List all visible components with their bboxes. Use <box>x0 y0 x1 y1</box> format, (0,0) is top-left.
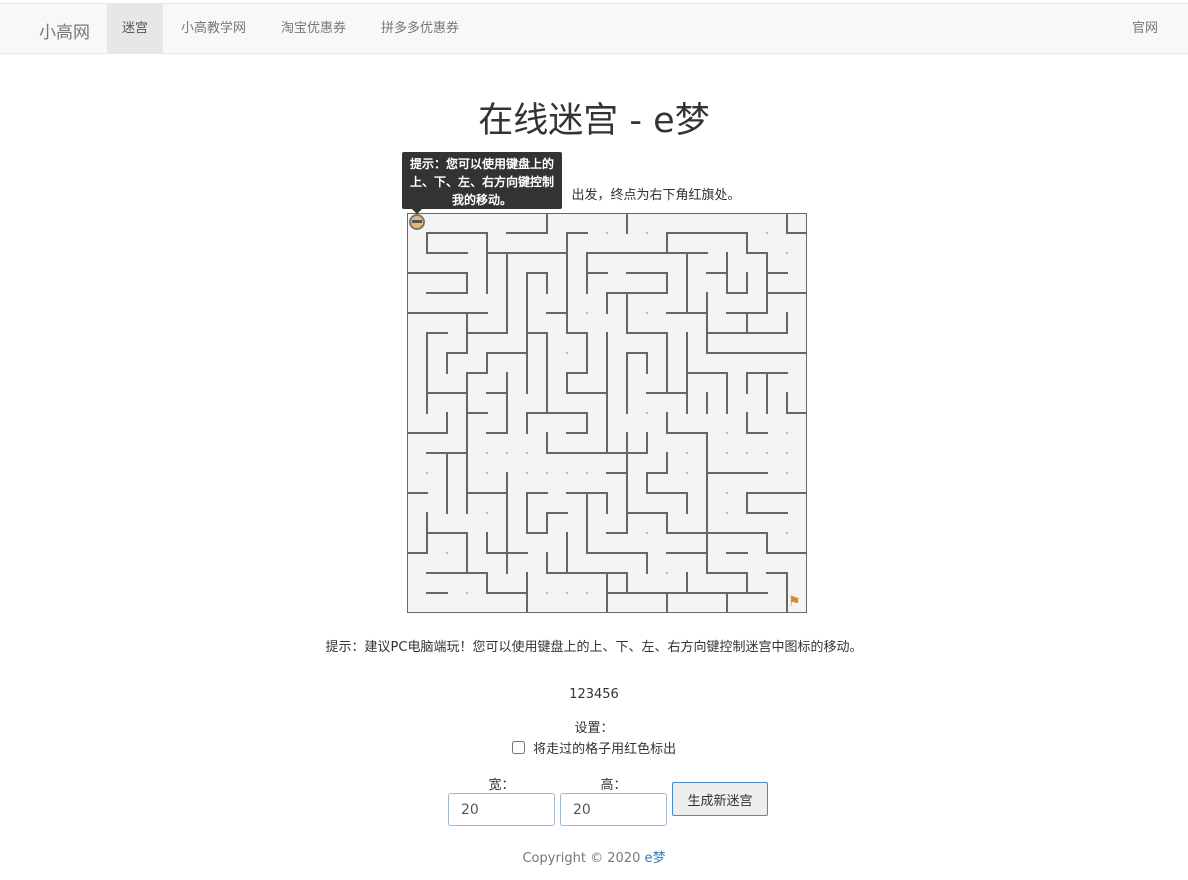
footer-author-link[interactable]: e梦 <box>645 851 666 866</box>
top-navbar: 小高网 迷宫 小高教学网 淘宝优惠券 拼多多优惠券 官网 <box>0 3 1188 54</box>
code-display: 123456 <box>569 687 619 702</box>
grid-dot <box>566 592 568 594</box>
mark-visited-option: 将走过的格子用红色标出 <box>0 738 1188 757</box>
grid-dot <box>726 492 728 494</box>
nav-item-taobao-coupons[interactable]: 淘宝优惠券 <box>266 4 361 54</box>
grid-dot <box>526 452 528 454</box>
grid-dot <box>686 452 688 454</box>
official-site-link[interactable]: 官网 <box>1132 4 1158 54</box>
grid-dot <box>486 512 488 514</box>
maze-instruction: 出发，终点为右下角红旗处。 <box>0 184 1188 203</box>
brand-logo[interactable]: 小高网 <box>39 18 90 43</box>
player-avatar-icon <box>409 214 425 230</box>
grid-dot <box>566 352 568 354</box>
grid-dot <box>646 232 648 234</box>
width-input[interactable] <box>448 793 555 826</box>
grid-dot <box>786 452 788 454</box>
grid-dot <box>506 452 508 454</box>
grid-dot <box>466 592 468 594</box>
grid-dot <box>786 532 788 534</box>
height-label: 高： <box>600 778 627 793</box>
nav-item-maze[interactable]: 迷宫 <box>107 4 164 54</box>
grid-dot <box>586 592 588 594</box>
grid-dot <box>686 472 688 474</box>
grid-dot <box>766 452 768 454</box>
grid-dot <box>546 592 548 594</box>
grid-dot <box>786 432 788 434</box>
grid-dot <box>726 432 728 434</box>
maze-board[interactable] <box>407 213 807 613</box>
grid-dot <box>426 472 428 474</box>
grid-dot <box>746 452 748 454</box>
grid-dot <box>666 572 668 574</box>
maze-walls <box>407 213 807 613</box>
grid-dot <box>566 472 568 474</box>
grid-dot <box>586 472 588 474</box>
mark-visited-label: 将走过的格子用红色标出 <box>533 742 677 757</box>
generate-maze-button[interactable]: 生成新迷宫 <box>672 782 768 816</box>
grid-dot <box>786 472 788 474</box>
nav-item-pinduoduo-coupons[interactable]: 拼多多优惠券 <box>366 4 474 54</box>
grid-dot <box>766 232 768 234</box>
grid-dot <box>646 412 648 414</box>
grid-dot <box>486 452 488 454</box>
nav-item-xiaogao-teaching[interactable]: 小高教学网 <box>166 4 261 54</box>
grid-dot <box>486 472 488 474</box>
grid-dot <box>526 472 528 474</box>
grid-dot <box>546 472 548 474</box>
grid-dot <box>646 312 648 314</box>
mark-visited-checkbox[interactable] <box>511 741 525 754</box>
grid-dot <box>446 552 448 554</box>
grid-dot <box>586 312 588 314</box>
grid-dot <box>726 452 728 454</box>
settings-label: 设置： <box>574 721 614 736</box>
red-flag-icon: ⚑ <box>788 594 801 610</box>
pc-hint: 提示：建议PC电脑端玩！您可以使用键盘上的上、下、左、右方向键控制迷宫中图标的移… <box>325 640 863 655</box>
footer: Copyright © 2020 e梦 <box>0 847 1188 866</box>
page-title: 在线迷宫 - e梦 <box>478 101 710 141</box>
grid-dot <box>606 232 608 234</box>
keyboard-hint-tooltip: 提示：您可以使用键盘上的上、下、左、右方向键控制我的移动。 <box>402 152 562 214</box>
grid-dot <box>726 512 728 514</box>
height-input[interactable] <box>560 793 667 826</box>
width-label: 宽： <box>488 778 515 793</box>
grid-dot <box>646 532 648 534</box>
copyright-text: Copyright © 2020 <box>522 851 645 866</box>
grid-dot <box>786 252 788 254</box>
